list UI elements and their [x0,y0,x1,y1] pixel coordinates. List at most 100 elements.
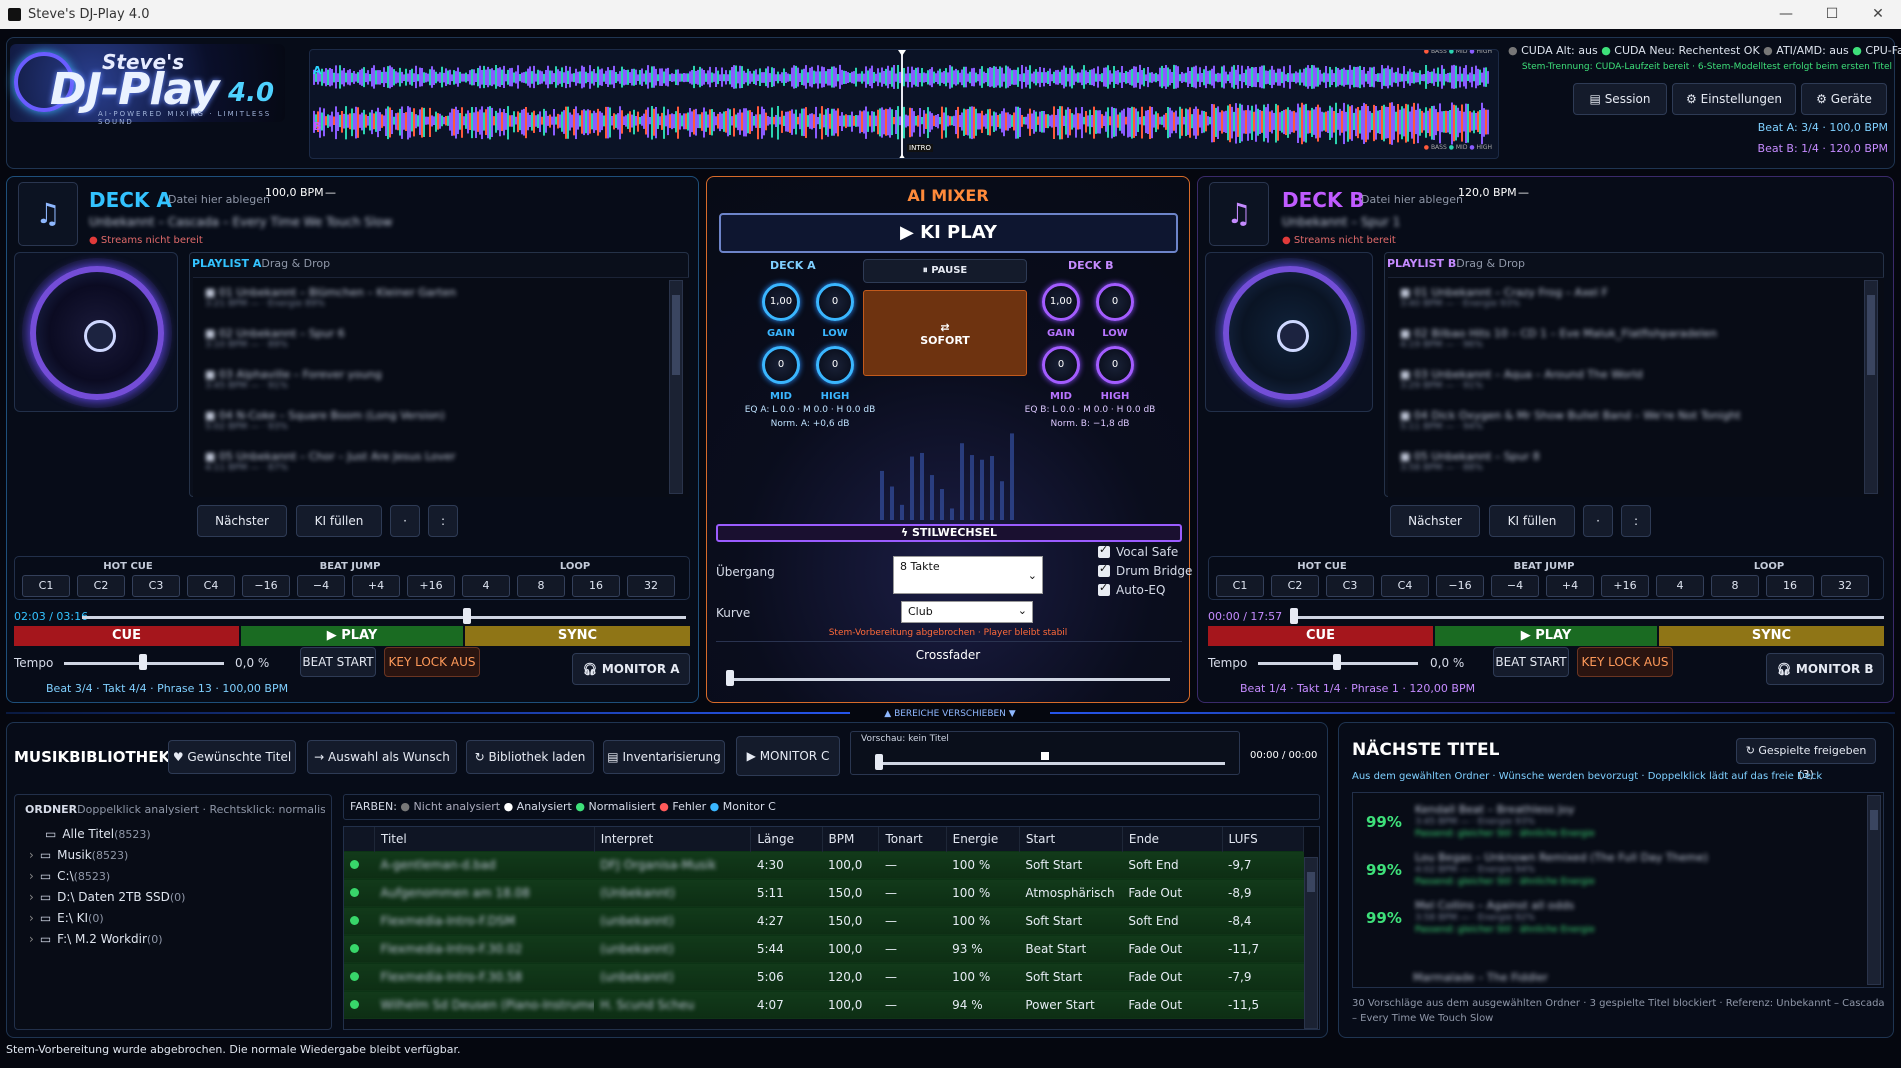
deck-a-gain-knob[interactable]: 1,00 [762,283,800,321]
beat-jump-button[interactable]: +16 [407,575,455,597]
beat-jump-button[interactable]: +4 [1546,575,1594,597]
deck-a-cue-button[interactable]: CUE [14,626,239,646]
deck-a-tempo-thumb[interactable] [139,654,147,670]
hot-cue-button[interactable]: C1 [1216,575,1264,597]
deck-a-small-button-2[interactable]: : [428,505,458,537]
deck-a-mid-knob[interactable]: 0 [762,346,800,384]
folder-item[interactable]: ▭ Alle Titel(8523) [45,827,151,841]
beat-jump-button[interactable]: −4 [297,575,345,597]
waveform-overview[interactable]: A B INTRO ● BASS ● MID ● HIGH ● BASS ● M… [309,49,1499,159]
playlist-item[interactable]: ■ 02 Bilbao Hits 10 – CD 1 – Eve Maluk_F… [1400,327,1717,350]
playlist-item[interactable]: ■ 03 Unbekannt – Aqua – Around The World… [1400,368,1643,391]
deck-b-play-button[interactable]: ▶ PLAY [1435,626,1657,646]
close-button[interactable]: ✕ [1855,0,1901,29]
hot-cue-button[interactable]: C3 [1326,575,1374,597]
deck-b-low-knob[interactable]: 0 [1096,283,1134,321]
column-header[interactable]: BPM [822,827,880,851]
session-button[interactable]: ▤ Session [1573,83,1667,115]
crossfader-thumb[interactable] [726,670,734,686]
loop-button[interactable]: 32 [627,575,675,597]
as-wish-button[interactable]: → Auswahl als Wunsch [307,740,457,774]
folder-item[interactable]: › ▭ E:\ KI(0) [29,911,104,925]
deck-b-progress-thumb[interactable] [1290,608,1298,624]
beat-jump-button[interactable]: −16 [242,575,290,597]
deck-b-small-button-2[interactable]: : [1621,505,1651,537]
deck-a-playlist-list[interactable]: ■ 01 Unbekannt – Blümchen – Kleiner Gart… [193,277,689,497]
column-header[interactable]: Interpret [594,827,752,851]
deck-a-next-button[interactable]: Nächster [197,505,287,537]
auto-eq-checkbox[interactable] [1098,581,1110,596]
minimize-button[interactable]: — [1763,0,1809,29]
folder-item[interactable]: › ▭ C:\(8523) [29,869,110,883]
deck-b-gain-knob[interactable]: 1,00 [1042,283,1080,321]
deck-b-beat-start-button[interactable]: BEAT START [1493,647,1569,677]
deck-b-playlist-list[interactable]: ■ 01 Unbekannt – Crazy Frog – Axel F 3:40… [1388,277,1884,497]
column-header[interactable]: Tonart [878,827,947,851]
instant-button[interactable]: ⇄ SOFORT [863,290,1027,376]
deck-a-jogwheel[interactable] [22,258,172,408]
playlist-item[interactable]: ■ 02 Unbekannt – Spur 6 3:10 BPM — · 89% [205,327,345,350]
table-row[interactable]: Flexmedia-Intro-F.DSM (unbekannt) 4:27 150,… [344,906,1304,935]
table-row[interactable]: A-gentleman-d.bad DFJ Organisa-Musik 4:30 1… [344,850,1304,879]
deck-b-high-knob[interactable]: 0 [1096,346,1134,384]
splitter-handle[interactable]: ▲ BEREICHE VERSCHIEBEN ▼ [850,709,1050,719]
beat-jump-button[interactable]: −4 [1491,575,1539,597]
hot-cue-button[interactable]: C3 [132,575,180,597]
deck-b-jogwheel[interactable] [1215,258,1365,408]
hot-cue-button[interactable]: C4 [187,575,235,597]
crossfader-track[interactable] [726,678,1170,681]
loop-button[interactable]: 8 [517,575,565,597]
next-tracks-list[interactable]: 99% Kendall Beat – Breathless Joy 3:45 BPM… [1352,792,1884,988]
loop-button[interactable]: 4 [1656,575,1704,597]
loop-button[interactable]: 16 [1766,575,1814,597]
deck-a-progress-thumb[interactable] [462,608,471,624]
column-header[interactable]: Länge [750,827,823,851]
beat-jump-button[interactable]: +16 [1601,575,1649,597]
loop-button[interactable]: 16 [572,575,620,597]
deck-b-monitor-button[interactable]: 🎧︎ MONITOR B [1766,653,1884,685]
curve-select[interactable]: Club ⌄ [901,601,1033,623]
folder-item[interactable]: › ▭ Musik(8523) [29,848,128,862]
column-header[interactable]: Start [1019,827,1123,851]
deck-a-progress-track[interactable] [82,616,686,619]
devices-button[interactable]: ⚙ Geräte [1801,83,1887,115]
deck-b-small-button-1[interactable]: · [1583,505,1613,537]
inventory-button[interactable]: ▤ Inventarisierung [603,740,725,774]
deck-a-low-knob[interactable]: 0 [816,283,854,321]
pause-button[interactable]: ⏸︎ PAUSE [863,259,1027,283]
deck-a-high-knob[interactable]: 0 [816,346,854,384]
loop-button[interactable]: 8 [1711,575,1759,597]
deck-b-key-lock-button[interactable]: KEY LOCK AUS [1577,647,1673,677]
column-header[interactable]: Ende [1122,827,1223,851]
deck-b-ai-fill-button[interactable]: KI füllen [1489,505,1575,537]
loop-button[interactable]: 32 [1821,575,1869,597]
table-row[interactable]: Flexmedia-Intro-F.30.02 (unbekannt) 5:44 10… [344,934,1304,963]
deck-b-cue-button[interactable]: CUE [1208,626,1433,646]
beat-jump-button[interactable]: +4 [352,575,400,597]
deck-b-sync-button[interactable]: SYNC [1659,626,1884,646]
monitor-c-button[interactable]: ▶ MONITOR C [736,736,840,776]
deck-b-playlist-scrollbar[interactable] [1864,280,1878,494]
playlist-item[interactable]: ■ 01 Unbekannt – Blümchen – Kleiner Gart… [205,286,456,309]
playlist-item[interactable]: ■ 05 Unbekannt – Chor – Just Are Jesus L… [205,450,455,473]
wishes-button[interactable]: ♥ Gewünschte Titel [168,740,296,774]
ai-play-button[interactable]: ▶ KI PLAY [719,213,1178,253]
deck-a-playlist-scrollbar[interactable] [669,280,683,494]
playlist-item[interactable]: ■ 05 Unbekannt – Spur 8 3:58 BPM — · 88% [1400,450,1540,473]
maximize-button[interactable]: ☐ [1809,0,1855,29]
deck-a-small-button-1[interactable]: · [390,505,420,537]
column-header[interactable]: Titel [374,827,595,851]
hot-cue-button[interactable]: C2 [1271,575,1319,597]
column-header[interactable]: LUFS [1222,827,1305,851]
settings-button[interactable]: ⚙ Einstellungen [1672,83,1796,115]
vocal-safe-checkbox[interactable] [1098,543,1110,558]
library-scrollbar[interactable] [1304,857,1318,1029]
folder-item[interactable]: › ▭ F:\ M.2 Workdir(0) [29,932,163,946]
deck-a-beat-start-button[interactable]: BEAT START [300,647,376,677]
deck-a-sync-button[interactable]: SYNC [465,626,690,646]
deck-b-next-button[interactable]: Nächster [1390,505,1480,537]
playlist-item[interactable]: ■ 01 Unbekannt – Crazy Frog – Axel F 3:40… [1400,286,1608,309]
beat-jump-button[interactable]: −16 [1436,575,1484,597]
drum-bridge-checkbox[interactable] [1098,562,1110,577]
playlist-item[interactable]: ■ 03 Alphaville – Forever young 3:45 BPM … [205,368,382,391]
